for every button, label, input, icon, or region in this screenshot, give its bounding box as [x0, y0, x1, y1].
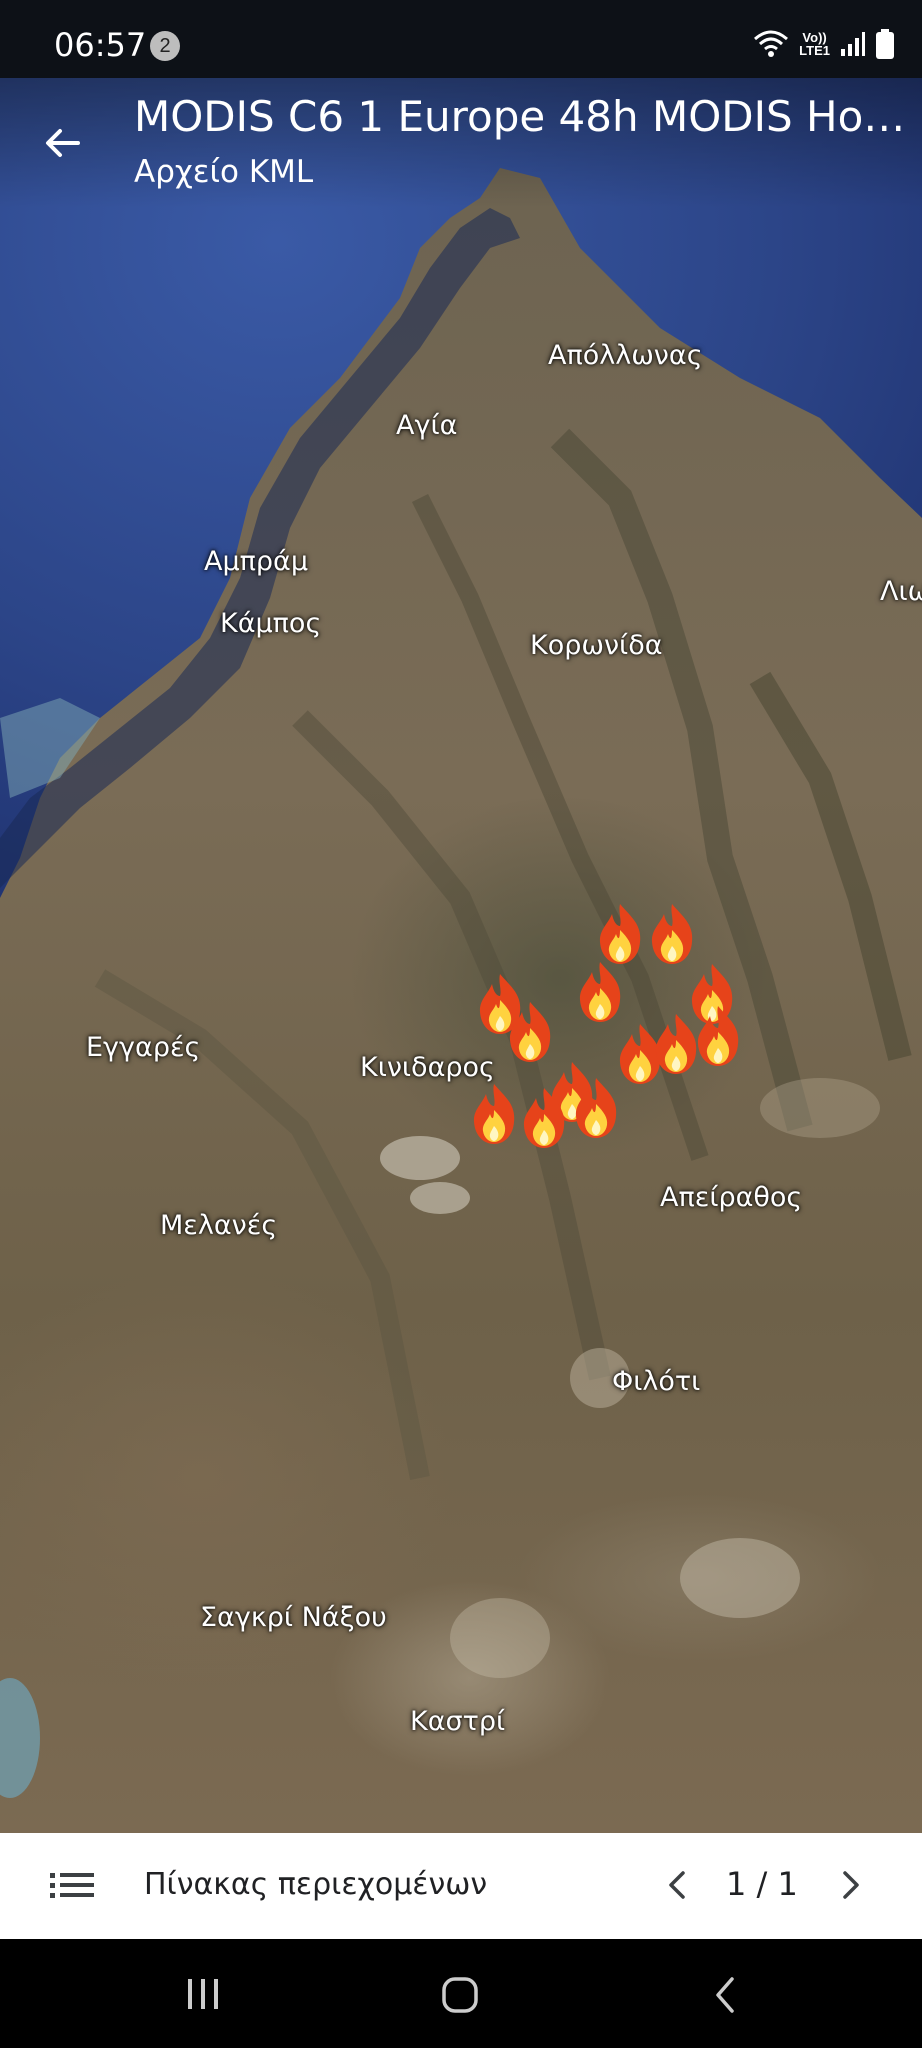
signal-icon — [841, 32, 865, 56]
app-header: MODIS C6 1 Europe 48h MODIS Hotspots Αρχ… — [0, 78, 922, 208]
bottom-panel: Πίνακας περιεχομένων 1 / 1 — [0, 1833, 922, 1939]
system-navigation-bar — [0, 1939, 922, 2048]
fire-icon[interactable] — [651, 904, 693, 964]
page-subtitle: Αρχείο KML — [134, 154, 314, 190]
battery-icon — [876, 29, 894, 59]
arrow-back-icon — [46, 129, 80, 157]
fire-icon[interactable] — [691, 964, 733, 1024]
page-title: MODIS C6 1 Europe 48h MODIS Hotspots — [134, 92, 914, 141]
page-indicator: 1 / 1 — [726, 1865, 798, 1903]
recents-icon — [188, 1979, 218, 2009]
wifi-icon — [754, 30, 789, 57]
back-button[interactable] — [38, 118, 88, 168]
clock: 06:57 — [54, 26, 147, 64]
hotspot-layer — [473, 904, 739, 1148]
table-of-contents-button[interactable] — [50, 1871, 94, 1906]
satellite-map[interactable]: Απόλλωνας Αγία Αμπράμ Κάμπος Κορωνίδα Λι… — [0, 78, 922, 1833]
status-icons: Vo)) LTE1 — [753, 26, 894, 62]
chevron-left-icon — [669, 1871, 685, 1899]
previous-page-button[interactable] — [658, 1865, 698, 1905]
notification-count-badge: 2 — [150, 31, 180, 61]
fire-icon[interactable] — [619, 1024, 661, 1084]
next-page-button[interactable] — [830, 1865, 870, 1905]
recent-apps-button[interactable] — [186, 1977, 220, 2016]
fire-icon[interactable] — [579, 962, 621, 1022]
home-icon — [442, 1977, 478, 2013]
volte-lte-indicator: Vo)) LTE1 — [799, 30, 830, 58]
fire-icon[interactable] — [479, 974, 521, 1034]
chevron-right-icon — [843, 1871, 859, 1899]
status-bar: 06:57 2 Vo)) LTE1 — [0, 0, 922, 78]
system-back-button[interactable] — [706, 1975, 746, 2020]
fire-icon[interactable] — [655, 1014, 697, 1074]
table-of-contents-label[interactable]: Πίνακας περιεχομένων — [144, 1867, 487, 1902]
list-icon — [50, 1873, 94, 1898]
home-button[interactable] — [440, 1975, 480, 2020]
fire-icon[interactable] — [599, 904, 641, 964]
chevron-left-icon — [716, 1977, 734, 2013]
fire-icon[interactable] — [473, 1084, 515, 1144]
